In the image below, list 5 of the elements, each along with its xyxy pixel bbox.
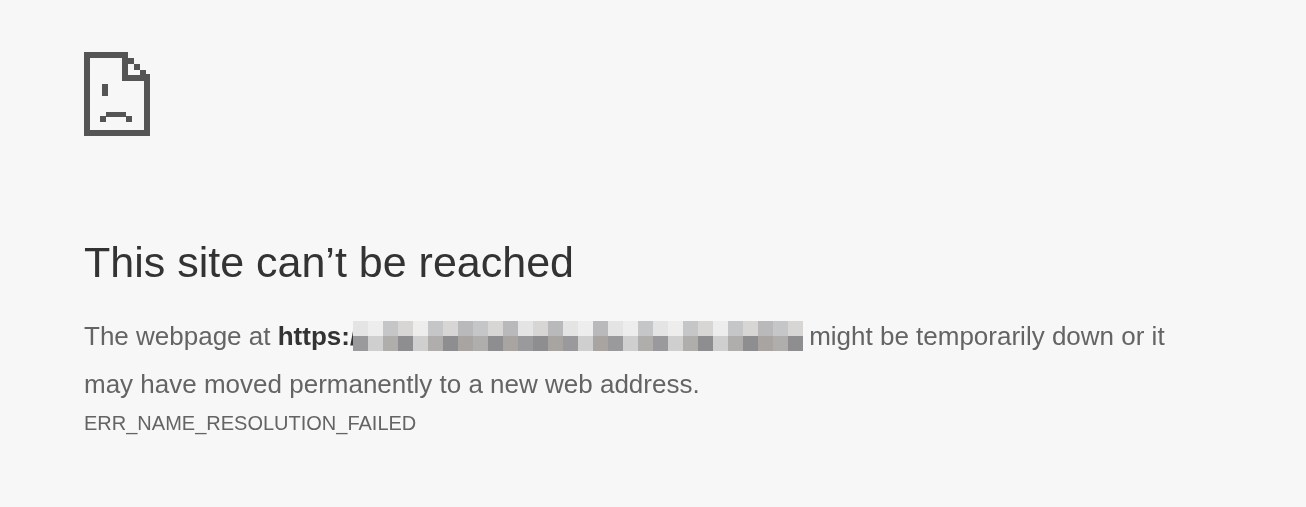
error-heading: This site can’t be reached [84, 237, 575, 288]
error-message-line: might be temporarily down or it [809, 321, 1165, 351]
error-message-line: may have moved permanently to a new web address. [84, 369, 700, 399]
sad-page-icon [84, 52, 150, 136]
error-code: ERR_NAME_RESOLUTION_FAILED [84, 411, 418, 437]
